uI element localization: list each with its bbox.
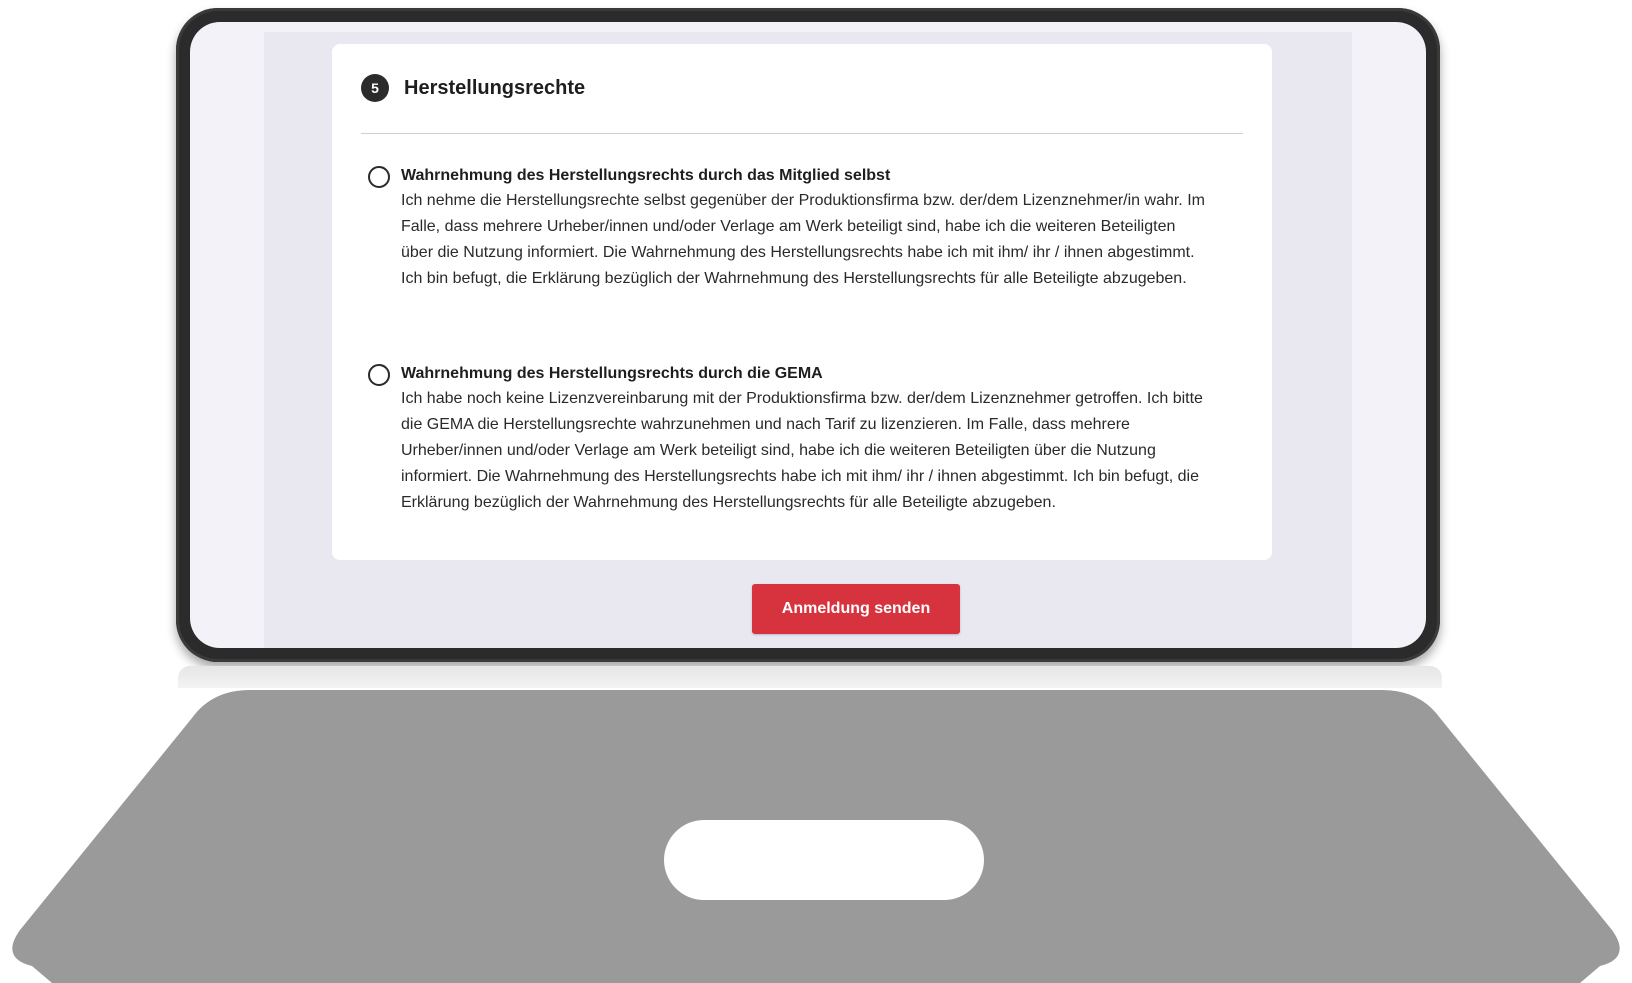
laptop-mockup: 5 Herstellungsrechte Wahrnehmung des Her… bbox=[0, 0, 1632, 983]
radio-button-gema[interactable] bbox=[368, 364, 390, 386]
submit-button[interactable]: Anmeldung senden bbox=[752, 584, 960, 634]
laptop-base bbox=[12, 690, 1620, 983]
laptop-screen-frame: 5 Herstellungsrechte Wahrnehmung des Her… bbox=[176, 8, 1440, 662]
radio-button-mitglied-selbst[interactable] bbox=[368, 166, 390, 188]
option-title: Wahrnehmung des Herstellungsrechts durch… bbox=[401, 167, 891, 184]
option-description: Ich nehme die Herstellungsrechte selbst … bbox=[401, 192, 1205, 287]
section-title: Herstellungsrechte bbox=[404, 77, 586, 99]
option-title: Wahrnehmung des Herstellungsrechts durch… bbox=[401, 365, 823, 382]
option-text: Wahrnehmung des Herstellungsrechts durch… bbox=[401, 362, 1211, 516]
herstellungsrechte-card: 5 Herstellungsrechte Wahrnehmung des Her… bbox=[332, 44, 1272, 560]
laptop-hinge bbox=[178, 666, 1442, 688]
option-text: Wahrnehmung des Herstellungsrechts durch… bbox=[401, 164, 1211, 292]
step-number-badge: 5 bbox=[361, 74, 389, 102]
page-content: 5 Herstellungsrechte Wahrnehmung des Her… bbox=[264, 32, 1352, 648]
section-header: 5 Herstellungsrechte bbox=[361, 74, 1243, 134]
option-description: Ich habe noch keine Lizenzvereinbarung m… bbox=[401, 390, 1203, 511]
laptop-screen: 5 Herstellungsrechte Wahrnehmung des Her… bbox=[190, 22, 1426, 648]
touchpad bbox=[664, 820, 984, 900]
